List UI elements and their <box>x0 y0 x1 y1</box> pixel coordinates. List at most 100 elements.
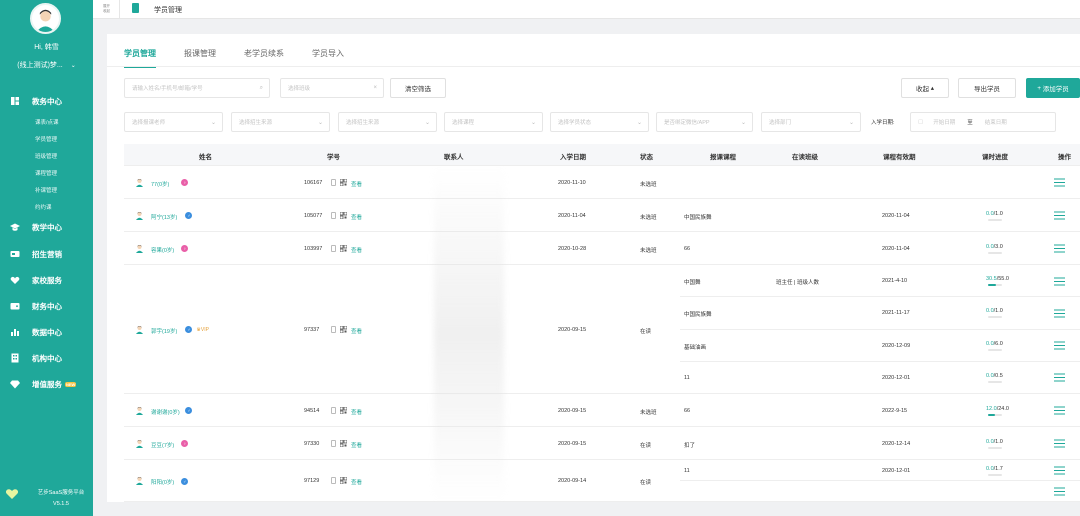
export-students-button[interactable]: 导出学员 <box>958 78 1016 98</box>
filter-placeholder: 选择招生来源 <box>239 120 273 126</box>
clear-filters-button[interactable]: 清空筛选 <box>390 78 446 98</box>
org-switcher[interactable]: (线上测试)梦... ⌄ <box>0 60 93 70</box>
search-input[interactable]: 请输入姓名/手机号/邮箱/学号 ⌕ <box>124 78 270 98</box>
actions-menu-icon[interactable] <box>1054 277 1065 286</box>
lessons-total: /1.7 <box>993 465 1003 472</box>
phone-icon <box>331 477 336 484</box>
actions-menu-icon[interactable] <box>1054 439 1065 448</box>
actions-menu-icon[interactable] <box>1054 406 1065 415</box>
filter-select-4[interactable]: 选择课程 ⌄ <box>444 112 543 132</box>
progress-fill <box>988 284 996 287</box>
filter-select-2[interactable]: 选择招生来源 ⌄ <box>231 112 330 132</box>
view-qr-link[interactable]: 查看 <box>351 478 362 486</box>
enroll-date-range[interactable]: ▢ 开始日期 至 结束日期 <box>910 112 1056 132</box>
progress-bar <box>988 380 1002 383</box>
tab-renewal[interactable]: 老学员续系 <box>244 48 284 68</box>
student-name[interactable]: 阿宁(13岁) <box>151 213 177 221</box>
col-contact: 联系人 <box>444 154 464 161</box>
view-qr-link[interactable]: 查看 <box>351 180 362 188</box>
sidebar-item-card[interactable]: 招生营销 <box>10 247 62 261</box>
sidebar-subitem[interactable]: 补课管理 <box>35 186 57 194</box>
tab-bar: 学员管理 报课管理 老学员续系 学员导入 <box>124 48 372 68</box>
actions-menu-icon[interactable] <box>1054 211 1065 220</box>
tab-enrollment-management[interactable]: 报课管理 <box>184 48 216 68</box>
class-select[interactable]: 选择班级 × <box>280 78 384 98</box>
student-name[interactable]: 阳阳(0岁) <box>151 478 174 486</box>
view-qr-link[interactable]: 查看 <box>351 408 362 416</box>
filter-select-3[interactable]: 选择招生来源 ⌄ <box>338 112 437 132</box>
heart-icon <box>10 275 20 285</box>
sidebar-item-graduation-cap[interactable]: 教学中心 <box>10 220 62 234</box>
female-icon: ♀ <box>181 440 189 447</box>
qr-code-icon[interactable] <box>339 244 348 252</box>
sidebar-subitem[interactable]: 课程管理 <box>35 169 57 177</box>
student-avatar <box>135 439 144 448</box>
actions-menu-icon[interactable] <box>1054 244 1065 253</box>
sidebar-toggle[interactable]: 展开收起 <box>103 4 113 14</box>
progress-bar <box>988 446 1002 449</box>
view-qr-link[interactable]: 查看 <box>351 246 362 254</box>
chevron-down-icon: ⌄ <box>70 63 76 69</box>
sidebar-subitem[interactable]: 课表/点课 <box>35 118 59 126</box>
tab-student-import[interactable]: 学员导入 <box>312 48 344 68</box>
student-avatar <box>135 476 144 485</box>
actions-menu-icon[interactable] <box>1054 373 1065 382</box>
lesson-progress: 0.0/6.0 <box>986 341 1003 347</box>
sidebar-item-grid[interactable]: 教务中心 <box>10 94 62 108</box>
close-icon: × <box>373 85 377 91</box>
sidebar-item-wallet[interactable]: 财务中心 <box>10 299 62 313</box>
student-name[interactable]: 77(0岁) <box>151 180 169 188</box>
filter-placeholder: 选择课程 <box>452 120 475 126</box>
filter-select-6[interactable]: 是否绑定微信/APP ⌄ <box>656 112 753 132</box>
sidebar-subitem[interactable]: 班级管理 <box>35 152 57 160</box>
contact-redacted-area <box>434 166 504 502</box>
qr-code-icon[interactable] <box>339 211 348 219</box>
filter-select-1[interactable]: 选择报课老师 ⌄ <box>124 112 223 132</box>
start-date: 开始日期 <box>933 120 956 126</box>
sidebar-subitem[interactable]: 学员管理 <box>35 135 57 143</box>
filter-select-7[interactable]: 选择部门 ⌄ <box>761 112 861 132</box>
progress-bar <box>988 316 1002 319</box>
actions-menu-icon[interactable] <box>1054 178 1065 187</box>
view-qr-link[interactable]: 查看 <box>351 327 362 335</box>
course-row: 11 2020-12-01 0.0/1.7 <box>680 460 1080 481</box>
course-name: 66 <box>684 407 691 414</box>
table-row: 容果(0岁) ♀ 103997 查看 2020-10-28 未选班 66 2020-11-04… <box>124 232 1080 265</box>
student-name[interactable]: 谢谢谢(0岁) <box>151 408 180 416</box>
progress-bar <box>988 218 1002 221</box>
sidebar-item-building[interactable]: 机构中心 <box>10 351 62 365</box>
qr-code-icon[interactable] <box>339 325 348 333</box>
plus-icon: + <box>1037 84 1041 92</box>
qr-code-icon[interactable] <box>339 406 348 414</box>
course-expire: 2020-11-04 <box>882 212 910 219</box>
collapse-button[interactable]: 收起 ▴ <box>901 78 949 98</box>
add-student-button[interactable]: + 添加学员 <box>1026 78 1080 98</box>
sidebar-item-heart[interactable]: 家校服务 <box>10 273 62 287</box>
student-id: 94514 <box>304 407 320 414</box>
student-name[interactable]: 郭宇(19岁) <box>151 327 177 335</box>
sidebar-item-label: 机构中心 <box>32 353 62 363</box>
qr-code-icon[interactable] <box>339 476 348 485</box>
student-name[interactable]: 豆豆(7岁) <box>151 441 174 449</box>
sidebar-item-bar-chart[interactable]: 数据中心 <box>10 325 62 339</box>
sidebar-subitem[interactable]: 约约课 <box>35 203 52 211</box>
actions-menu-icon[interactable] <box>1054 487 1065 496</box>
actions-menu-icon[interactable] <box>1054 466 1065 475</box>
qr-code-icon[interactable] <box>339 439 348 447</box>
view-qr-link[interactable]: 查看 <box>351 441 362 449</box>
tab-student-management[interactable]: 学员管理 <box>124 48 156 68</box>
qr-code-icon[interactable] <box>339 178 348 186</box>
bar-chart-icon <box>10 327 20 337</box>
platform-name: 艺步SaaS服务平台 <box>37 490 85 496</box>
lessons-total: /6.0 <box>993 340 1003 347</box>
actions-menu-icon[interactable] <box>1054 309 1065 318</box>
course-row <box>680 166 1080 199</box>
student-name[interactable]: 容果(0岁) <box>151 246 174 254</box>
sidebar-item-diamond[interactable]: 增值服务 NEW <box>10 377 77 391</box>
user-avatar[interactable] <box>30 3 61 34</box>
table-row: 豆豆(7岁) ♀ 97330 查看 2020-09-15 在读 扣了 2020-12-14 0.… <box>124 427 1080 460</box>
filter-select-5[interactable]: 选择学员状态 ⌄ <box>550 112 649 132</box>
actions-menu-icon[interactable] <box>1054 341 1065 350</box>
view-qr-link[interactable]: 查看 <box>351 213 362 221</box>
lessons-total: /1.0 <box>993 308 1003 315</box>
